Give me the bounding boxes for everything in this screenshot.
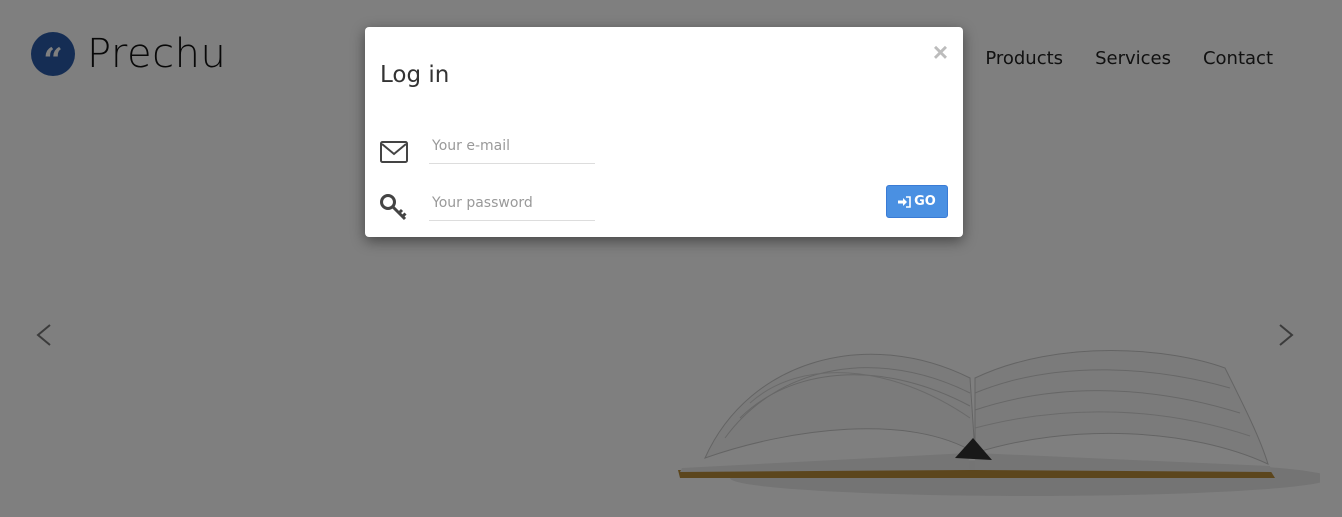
sign-in-icon [898,195,911,208]
login-modal: Log in × GO [365,27,963,237]
envelope-icon [380,141,408,163]
go-button[interactable]: GO [886,185,948,218]
key-icon [380,194,407,221]
password-field[interactable] [429,185,595,221]
modal-title: Log in [380,62,450,88]
email-field[interactable] [429,128,595,164]
close-icon[interactable]: × [933,39,948,65]
go-button-label: GO [914,194,936,209]
